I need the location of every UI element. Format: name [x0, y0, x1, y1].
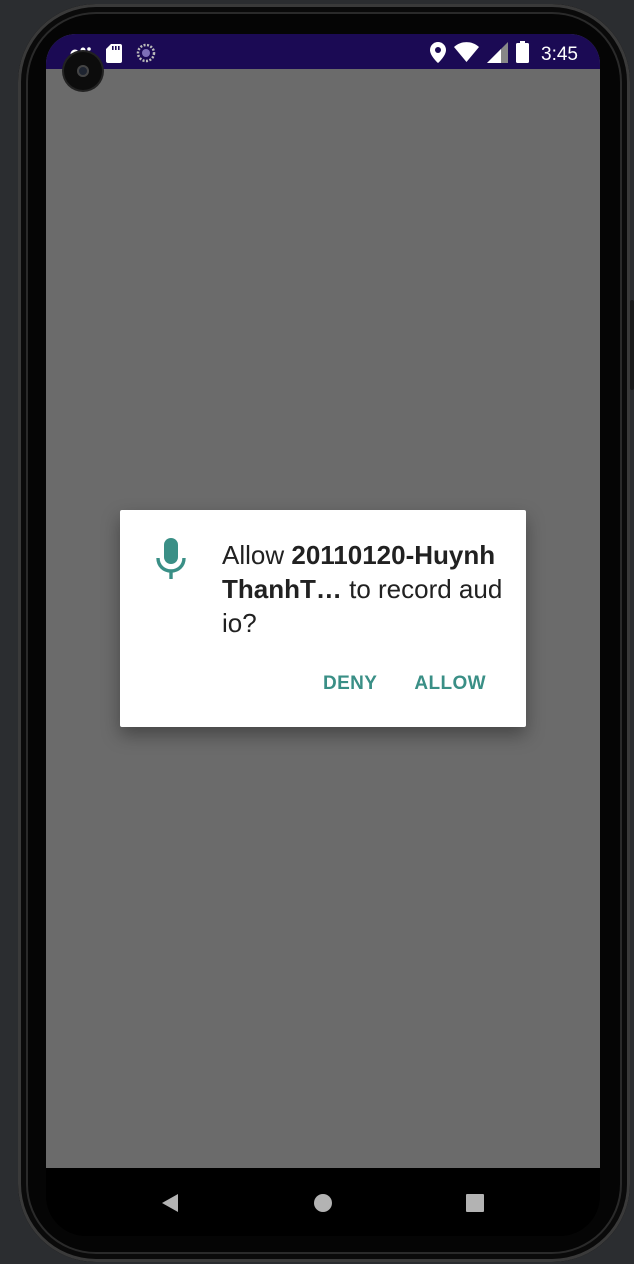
sd-card-icon — [106, 43, 122, 68]
permission-dialog: Allow 20110120-HuynhThanhT… to record au… — [120, 510, 526, 727]
sync-progress-icon — [136, 43, 156, 68]
side-button — [630, 300, 634, 390]
allow-button[interactable]: ALLOW — [414, 673, 486, 695]
cell-signal-icon — [487, 41, 509, 68]
dialog-actions: DENY ALLOW — [323, 673, 486, 695]
deny-button[interactable]: DENY — [323, 673, 377, 695]
status-right-icons: 3:45 — [430, 41, 578, 68]
battery-icon — [516, 41, 530, 68]
home-icon[interactable] — [308, 1188, 338, 1218]
back-icon[interactable] — [155, 1188, 185, 1218]
status-bar: 3:45 — [46, 34, 600, 69]
recents-icon[interactable] — [460, 1188, 490, 1218]
front-camera — [64, 52, 102, 90]
message-prefix: Allow — [222, 540, 292, 570]
microphone-icon — [156, 538, 186, 585]
status-time: 3:45 — [541, 43, 578, 65]
location-icon — [430, 41, 447, 68]
wifi-icon — [454, 42, 480, 67]
permission-message: Allow 20110120-HuynhThanhT… to record au… — [222, 538, 507, 640]
navigation-bar — [46, 1168, 600, 1236]
